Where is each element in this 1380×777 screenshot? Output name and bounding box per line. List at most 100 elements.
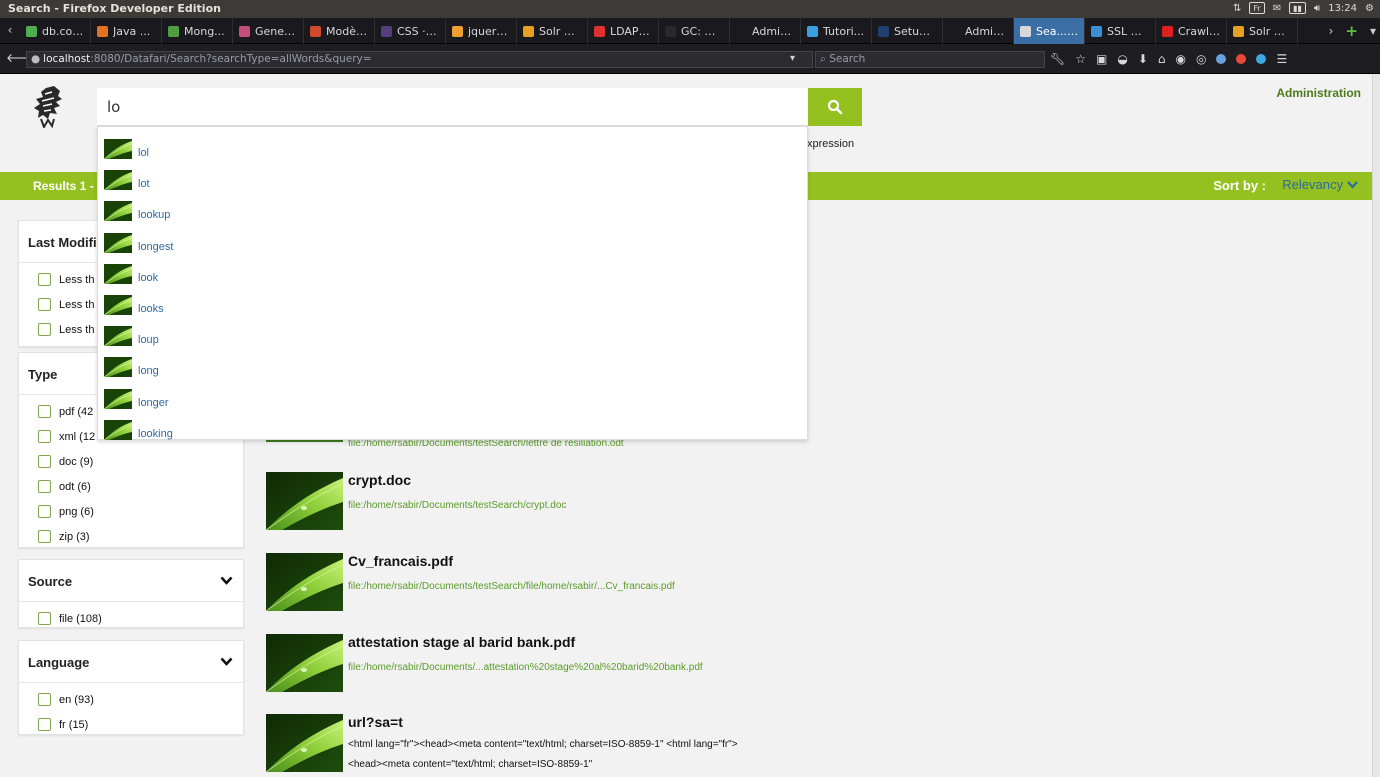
facet-checkbox[interactable] bbox=[38, 480, 51, 493]
site-info-icon[interactable]: ● bbox=[31, 53, 40, 65]
browser-tab[interactable]: Crawl ... bbox=[1156, 18, 1227, 44]
facet-checkbox[interactable] bbox=[38, 530, 51, 543]
home-icon[interactable]: ⌂ bbox=[1158, 52, 1166, 66]
autocomplete-suggestion[interactable]: looks bbox=[104, 287, 164, 315]
tab-favicon-icon bbox=[523, 25, 534, 37]
settings-gear-icon[interactable]: ⚙ bbox=[1365, 3, 1374, 14]
facet-option[interactable]: png (6) bbox=[19, 499, 243, 524]
facet-checkbox[interactable] bbox=[38, 612, 51, 625]
browser-tab[interactable]: jquery... bbox=[446, 18, 517, 44]
back-arrow-icon[interactable]: 🡐 bbox=[6, 51, 38, 65]
result-title[interactable]: Cv_francais.pdf bbox=[348, 553, 453, 569]
leaf-thumbnail[interactable] bbox=[266, 472, 343, 530]
autocomplete-suggestion[interactable]: long bbox=[104, 349, 159, 378]
search-input[interactable] bbox=[97, 88, 808, 126]
autocomplete-suggestion[interactable]: lookup bbox=[104, 193, 170, 222]
facet-option[interactable]: doc (9) bbox=[19, 449, 243, 474]
clipboard-icon[interactable]: ▣ bbox=[1096, 52, 1107, 66]
datafari-logo[interactable] bbox=[32, 84, 68, 128]
chevron-down-icon[interactable] bbox=[220, 576, 233, 585]
browser-tab[interactable]: Mong... bbox=[162, 18, 233, 44]
chevron-down-icon[interactable] bbox=[220, 657, 233, 666]
browser-tab[interactable]: Generi... bbox=[233, 18, 304, 44]
browser-search-field[interactable]: ⌕ Search bbox=[815, 51, 1045, 68]
extension-blue-icon[interactable] bbox=[1216, 54, 1227, 64]
facet-checkbox[interactable] bbox=[38, 718, 51, 731]
leaf-thumbnail[interactable] bbox=[266, 634, 343, 692]
extension-red-icon[interactable] bbox=[1236, 54, 1247, 64]
extension-cyan-icon[interactable] bbox=[1256, 54, 1267, 64]
download-icon[interactable]: ⬇ bbox=[1138, 52, 1148, 66]
search-button[interactable] bbox=[808, 88, 862, 126]
network-icon[interactable]: ⇅ bbox=[1233, 3, 1241, 14]
url-dropdown-icon[interactable]: ▾ bbox=[790, 53, 795, 64]
facet-checkbox[interactable] bbox=[38, 505, 51, 518]
leaf-thumbnail[interactable] bbox=[266, 714, 343, 772]
facet-checkbox[interactable] bbox=[38, 298, 51, 311]
browser-tab[interactable]: GC: Co... bbox=[659, 18, 730, 44]
page-scrollbar[interactable] bbox=[1372, 74, 1380, 777]
browser-tab[interactable]: Tutori... bbox=[801, 18, 872, 44]
browser-tab[interactable]: Solr A... bbox=[1227, 18, 1298, 44]
url-bar[interactable]: ● localhost:8080/Datafari/Search?searchTy… bbox=[26, 51, 813, 68]
browser-tab[interactable]: Admin Da... bbox=[730, 18, 801, 44]
facet-checkbox[interactable] bbox=[38, 455, 51, 468]
sort-dropdown[interactable]: Relevancy bbox=[1282, 177, 1358, 192]
tab-scroll-right-icon[interactable]: › bbox=[1329, 24, 1334, 38]
clock[interactable]: 13:24 bbox=[1328, 3, 1357, 14]
facet-checkbox[interactable] bbox=[38, 430, 51, 443]
administration-link[interactable]: Administration bbox=[1276, 86, 1361, 100]
bookmark-star-icon[interactable]: ☆ bbox=[1075, 52, 1086, 66]
result-title[interactable]: crypt.doc bbox=[348, 472, 411, 488]
facet-checkbox[interactable] bbox=[38, 323, 51, 336]
tab-list-dropdown-icon[interactable]: ▾ bbox=[1370, 24, 1376, 38]
browser-tab[interactable]: Modèl... bbox=[304, 18, 375, 44]
autocomplete-suggestion[interactable]: longest bbox=[104, 225, 173, 253]
facet-option[interactable]: odt (6) bbox=[19, 474, 243, 499]
tab-scroll-left-icon[interactable]: ‹ bbox=[0, 18, 20, 44]
autocomplete-suggestion[interactable]: loup bbox=[104, 318, 159, 347]
battery-icon[interactable]: ▮▮ bbox=[1289, 2, 1306, 14]
autocomplete-suggestion[interactable]: look bbox=[104, 256, 158, 284]
browser-tab[interactable]: Admin Da... bbox=[943, 18, 1014, 44]
new-tab-plus-icon[interactable]: + bbox=[1345, 22, 1358, 40]
result-url[interactable]: file:/home/rsabir/Documents/testSearch/f… bbox=[348, 581, 675, 592]
leaf-thumbnail[interactable] bbox=[266, 553, 343, 611]
mail-icon[interactable]: ✉ bbox=[1273, 3, 1281, 14]
result-url[interactable]: file:/home/rsabir/Documents/testSearch/c… bbox=[348, 500, 566, 511]
browser-tab[interactable]: CSS · B... bbox=[375, 18, 446, 44]
facet-option[interactable]: fr (15) bbox=[19, 712, 243, 737]
autocomplete-suggestion[interactable]: longer bbox=[104, 381, 169, 409]
result-title[interactable]: attestation stage al barid bank.pdf bbox=[348, 634, 575, 650]
autocomplete-suggestion[interactable]: lol bbox=[104, 131, 149, 159]
browser-tab[interactable]: db.col... bbox=[20, 18, 91, 44]
facet-option[interactable]: en (93) bbox=[19, 687, 243, 712]
facet-checkbox[interactable] bbox=[38, 273, 51, 286]
suggestion-text: looking bbox=[138, 427, 173, 440]
facet-header[interactable]: Language bbox=[19, 641, 243, 683]
wrench-icon[interactable]: 🔧︎ bbox=[1050, 52, 1065, 66]
volume-icon[interactable]: 🔊︎ bbox=[1314, 3, 1320, 14]
extension-icon[interactable]: ◎ bbox=[1196, 52, 1206, 66]
facet-option[interactable]: zip (3) bbox=[19, 524, 243, 549]
hamburger-menu-icon[interactable]: ☰ bbox=[1276, 52, 1287, 66]
browser-tab[interactable]: SSL Ce... bbox=[1085, 18, 1156, 44]
suggestion-text: look bbox=[138, 271, 159, 284]
pocket-icon[interactable]: ◒ bbox=[1117, 52, 1127, 66]
result-url[interactable]: file:/home/rsabir/Documents/...attestati… bbox=[348, 662, 703, 673]
autocomplete-suggestion[interactable]: lot bbox=[104, 162, 150, 191]
autocomplete-suggestion[interactable]: looking bbox=[104, 412, 173, 440]
mask-icon[interactable]: ◉ bbox=[1176, 52, 1186, 66]
facet-checkbox[interactable] bbox=[38, 693, 51, 706]
browser-tab[interactable]: Setup ... bbox=[872, 18, 943, 44]
browser-tab[interactable]: Solr A... bbox=[517, 18, 588, 44]
result-title[interactable]: url?sa=t bbox=[348, 714, 403, 730]
browser-tab[interactable]: Sea... × bbox=[1014, 18, 1085, 44]
search-mode-expression-label[interactable]: xpression bbox=[807, 138, 854, 150]
keyboard-layout-indicator[interactable]: Fr bbox=[1249, 2, 1265, 14]
facet-checkbox[interactable] bbox=[38, 405, 51, 418]
facet-header[interactable]: Source bbox=[19, 560, 243, 602]
facet-option[interactable]: file (108) bbox=[19, 606, 243, 631]
browser-tab[interactable]: Java ... bbox=[91, 18, 162, 44]
browser-tab[interactable]: LDAP ... bbox=[588, 18, 659, 44]
